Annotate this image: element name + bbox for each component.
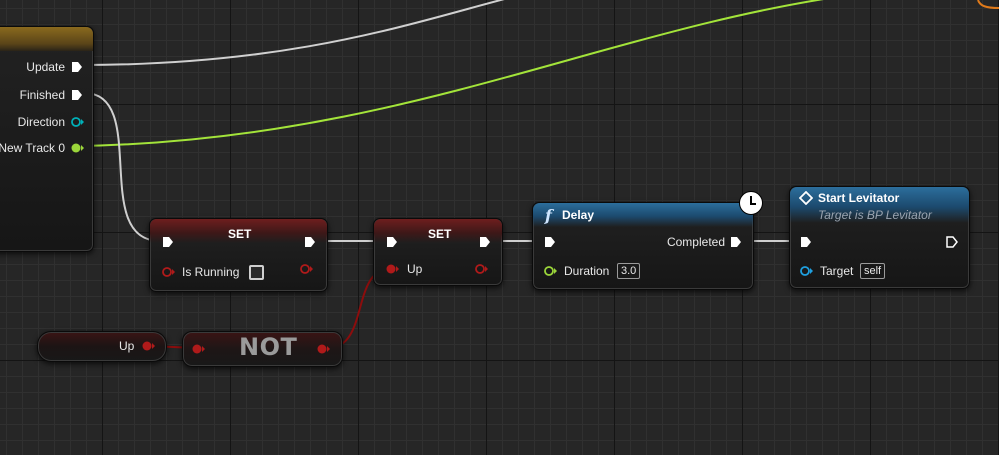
finished-output-label: Finished bbox=[19, 88, 65, 102]
start-levitator-node[interactable]: Start Levitator Target is BP Levitator T… bbox=[789, 186, 970, 289]
track-float-wire bbox=[79, 0, 824, 147]
finished-exec-wire bbox=[83, 92, 161, 242]
start-levitator-exec-in[interactable] bbox=[800, 236, 812, 248]
track-output-label: New Track 0 bbox=[0, 141, 65, 155]
function-icon: f bbox=[545, 206, 552, 225]
duration-float-in[interactable] bbox=[544, 265, 558, 277]
target-value-field[interactable]: self bbox=[860, 263, 886, 279]
set-up-exec-in[interactable] bbox=[386, 236, 398, 248]
up-getter-bool-out[interactable] bbox=[142, 340, 156, 352]
update-exec-pin[interactable] bbox=[71, 61, 83, 73]
timeline-node-header bbox=[0, 27, 93, 51]
timeline-node[interactable]: Update Finished Direction New Track 0 bbox=[0, 26, 94, 252]
is-running-bool-out[interactable] bbox=[300, 263, 314, 275]
finished-exec-pin[interactable] bbox=[71, 89, 83, 101]
track-float-pin[interactable] bbox=[71, 142, 85, 154]
latent-clock-icon bbox=[739, 191, 763, 215]
target-label: Target bbox=[820, 264, 854, 278]
up-bool-out[interactable] bbox=[475, 263, 489, 275]
update-output-label: Update bbox=[26, 60, 65, 74]
direction-output-label: Direction bbox=[17, 115, 65, 129]
completed-exec-out[interactable] bbox=[730, 236, 742, 248]
delay-node[interactable]: f Delay Completed Duration 3.0 bbox=[532, 202, 754, 290]
update-exec-wire bbox=[81, 0, 505, 66]
up-getter-label: Up bbox=[119, 339, 135, 353]
set-node-title: SET bbox=[428, 227, 452, 241]
set-node-title: SET bbox=[228, 227, 252, 241]
start-levitator-subtitle: Target is BP Levitator bbox=[818, 208, 932, 222]
is-running-bool-in[interactable] bbox=[162, 266, 176, 278]
not-bool-in[interactable] bbox=[192, 343, 206, 355]
start-levitator-exec-out[interactable] bbox=[946, 236, 958, 248]
duration-value-field[interactable]: 3.0 bbox=[617, 263, 641, 279]
set-is-running-exec-out[interactable] bbox=[304, 236, 316, 248]
is-running-label: Is Running bbox=[182, 265, 240, 279]
offscreen-node-edge bbox=[977, 0, 999, 9]
delay-node-title: Delay bbox=[562, 208, 595, 222]
set-up-exec-out[interactable] bbox=[479, 236, 491, 248]
not-node-label: NOT bbox=[239, 333, 298, 361]
start-levitator-title: Start Levitator bbox=[818, 191, 900, 205]
set-is-running-exec-in[interactable] bbox=[162, 236, 174, 248]
is-running-checkbox[interactable] bbox=[249, 265, 264, 280]
direction-pin[interactable] bbox=[71, 116, 85, 128]
set-up-node[interactable]: SET Up bbox=[373, 218, 503, 286]
delay-exec-in[interactable] bbox=[544, 236, 556, 248]
up-bool-in[interactable] bbox=[386, 263, 400, 275]
not-node[interactable]: NOT bbox=[182, 331, 343, 367]
up-getter-node[interactable]: Up bbox=[37, 331, 167, 362]
completed-label: Completed bbox=[666, 235, 725, 249]
event-diamond-icon bbox=[799, 191, 813, 205]
not-bool-out[interactable] bbox=[317, 343, 331, 355]
up-label: Up bbox=[407, 262, 423, 276]
target-object-in[interactable] bbox=[800, 265, 814, 277]
set-is-running-node[interactable]: SET Is Running bbox=[149, 218, 328, 292]
duration-label: Duration bbox=[564, 264, 610, 278]
